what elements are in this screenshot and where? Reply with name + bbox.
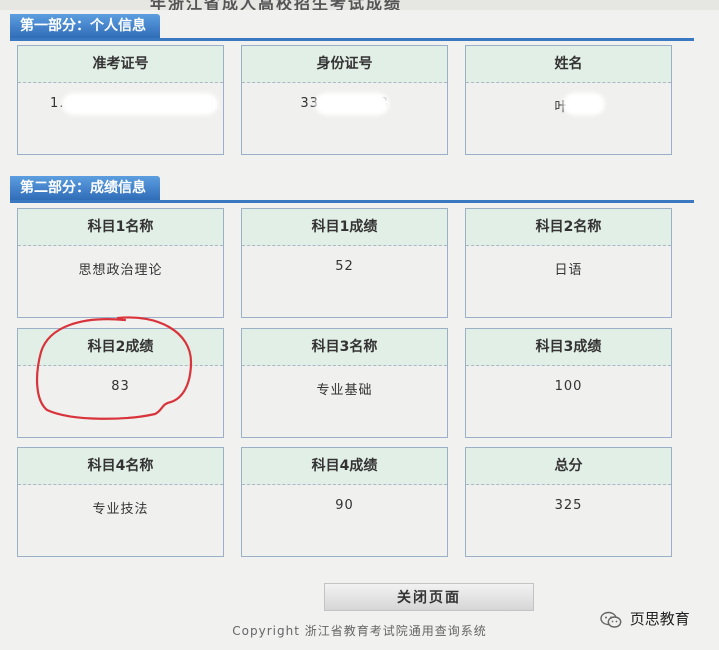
watermark-text: 页思教育: [629, 610, 690, 628]
red-circle-annotation: [35, 316, 193, 420]
redaction-mark: [566, 96, 602, 112]
field-subject1-name: 科目1名称 思想政治理论: [17, 208, 224, 318]
field-subject1-score: 科目1成绩 52: [241, 208, 448, 318]
field-label: 准考证号: [18, 46, 223, 83]
field-label: 科目3名称: [242, 329, 447, 366]
field-value: 52: [335, 259, 354, 274]
field-value: 日语: [554, 263, 583, 278]
field-label: 科目1成绩: [242, 209, 447, 246]
field-label: 科目3成绩: [466, 329, 671, 366]
section-score-info: 第二部分：成绩信息: [10, 176, 694, 203]
section-title-scores: 第二部分：成绩信息: [10, 176, 160, 200]
field-label: 总分: [466, 448, 671, 485]
field-total-score: 总分 325: [465, 447, 672, 557]
page-title: 年浙江省成人高校招生考试成绩: [150, 0, 403, 10]
field-label: 科目1名称: [18, 209, 223, 246]
field-subject3-name: 科目3名称 专业基础: [241, 328, 448, 438]
field-value: 专业技法: [92, 502, 149, 517]
section-title-personal: 第一部分：个人信息: [10, 14, 160, 38]
field-subject4-score: 科目4成绩 90: [241, 447, 448, 557]
field-value: 90: [335, 498, 354, 513]
field-value: 专业基础: [316, 383, 373, 398]
close-page-button[interactable]: 关闭页面: [324, 583, 534, 611]
page-title-strip: 年浙江省成人高校招生考试成绩: [0, 0, 719, 10]
redaction-mark: [65, 96, 215, 112]
field-value: 100: [554, 379, 583, 394]
field-value: 325: [554, 498, 583, 513]
field-label: 科目4成绩: [242, 448, 447, 485]
field-subject2-name: 科目2名称 日语: [465, 208, 672, 318]
section-personal-info: 第一部分：个人信息: [10, 14, 694, 41]
field-subject4-name: 科目4名称 专业技法: [17, 447, 224, 557]
field-subject3-score: 科目3成绩 100: [465, 328, 672, 438]
field-label: 身份证号: [242, 46, 447, 83]
redaction-mark: [318, 96, 386, 112]
field-value: 思想政治理论: [78, 263, 163, 278]
field-label: 科目2名称: [466, 209, 671, 246]
wechat-icon: [600, 611, 622, 628]
field-label: 姓名: [466, 46, 671, 83]
field-label: 科目4名称: [18, 448, 223, 485]
wechat-watermark: 页思教育: [600, 607, 690, 631]
